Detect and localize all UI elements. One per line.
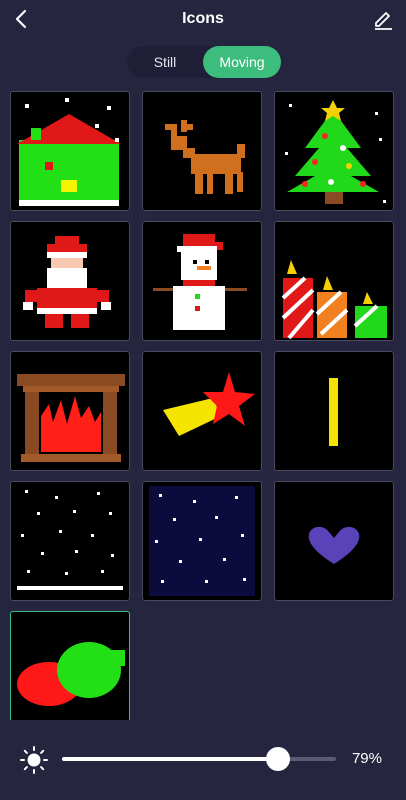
icon-tile-blob[interactable]	[10, 611, 130, 723]
night-sky-icon	[149, 486, 255, 596]
bar-icon	[329, 378, 338, 446]
brightness-slider[interactable]	[62, 747, 336, 771]
brightness-value: 79%	[351, 750, 382, 767]
mode-toggle: Still Moving	[127, 46, 281, 78]
header: Icons	[0, 0, 406, 40]
icon-tile-snowman[interactable]	[142, 221, 262, 341]
icon-tile-bar[interactable]	[274, 351, 394, 471]
tab-moving[interactable]: Moving	[203, 46, 281, 78]
tab-still[interactable]: Still	[127, 46, 203, 78]
christmas-tree-icon	[285, 100, 386, 204]
icon-tile-house[interactable]	[10, 91, 130, 211]
icon-tile-heart[interactable]	[274, 481, 394, 601]
house-icon	[17, 98, 121, 206]
icon-tile-fireplace[interactable]	[10, 351, 130, 471]
blob-icon	[17, 642, 125, 706]
pencil-icon[interactable]	[372, 8, 394, 30]
icon-tile-christmas-tree[interactable]	[274, 91, 394, 211]
reindeer-icon	[165, 120, 245, 194]
icon-tile-santa[interactable]	[10, 221, 130, 341]
snowfall-icon	[17, 490, 123, 590]
icon-tile-candles[interactable]	[274, 221, 394, 341]
page-title: Icons	[182, 10, 224, 27]
candles-icon	[281, 260, 387, 340]
heart-icon	[308, 526, 360, 564]
brightness-slider-fill	[62, 757, 279, 761]
icon-tile-snowfall[interactable]	[10, 481, 130, 601]
fireplace-icon	[17, 374, 125, 462]
icon-tile-shooting-star[interactable]	[142, 351, 262, 471]
icon-tile-night-sky[interactable]	[142, 481, 262, 601]
santa-icon	[23, 236, 111, 328]
sun-icon	[20, 746, 48, 774]
snowman-icon	[153, 234, 247, 330]
icon-tile-reindeer[interactable]	[142, 91, 262, 211]
shooting-star-icon	[163, 372, 255, 436]
